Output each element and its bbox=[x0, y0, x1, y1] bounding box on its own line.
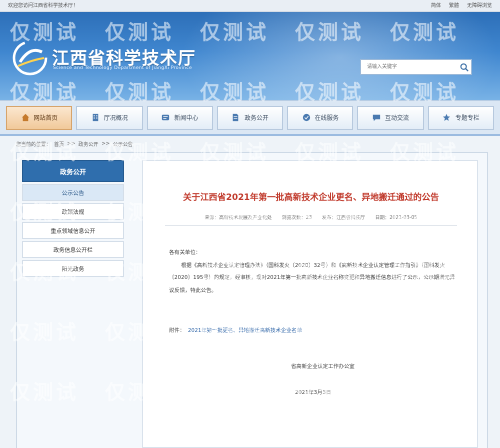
nav-label: 网站首页 bbox=[33, 115, 58, 122]
accessibility-link[interactable]: 无障碍浏览 bbox=[467, 2, 492, 9]
topic-icon bbox=[443, 113, 451, 121]
nav-item-public-affairs[interactable]: 政务公开 bbox=[216, 105, 284, 130]
sidebar-item-key-areas[interactable]: 重点领域信息公开 bbox=[22, 222, 124, 239]
article-views: 浏览次数：23 bbox=[281, 216, 312, 221]
article-paragraph: 根据《高新技术企业认定管理办法》（国科发火〔2020〕32号）和《高新技术企业认… bbox=[169, 262, 456, 294]
breadcrumb-separator: >> bbox=[101, 141, 110, 147]
article-divider bbox=[165, 225, 457, 226]
document-icon bbox=[233, 113, 239, 122]
breadcrumb-public-affairs[interactable]: 政务公开 bbox=[78, 141, 98, 148]
service-icon bbox=[302, 113, 310, 122]
main-nav: 网站首页 厅况概况 新闻中心 政务公开 在线服务 互动交流 专题专栏 bbox=[0, 100, 500, 136]
top-links: 简体 繁體 无障碍浏览 bbox=[431, 2, 492, 9]
article-date: 日期：2021-03-05 bbox=[375, 216, 418, 221]
site-subtitle: Science and Technology Department of Jia… bbox=[53, 66, 193, 71]
nav-label: 政务公开 bbox=[244, 115, 269, 122]
header-banner: 江西省科学技术厅 Science and Technology Departme… bbox=[0, 12, 500, 100]
nav-item-news[interactable]: 新闻中心 bbox=[146, 105, 213, 130]
banner-glow bbox=[180, 12, 500, 100]
breadcrumb-announcements[interactable]: 公示公告 bbox=[113, 141, 133, 148]
sidebar-item-info-board[interactable]: 政务信息公开栏 bbox=[22, 241, 124, 258]
sidebar-item-policies[interactable]: 政策法规 bbox=[22, 203, 124, 220]
chat-icon bbox=[372, 114, 381, 122]
search-button[interactable] bbox=[457, 60, 471, 74]
sidebar-item-sunshine-affairs[interactable]: 阳光政务 bbox=[22, 260, 124, 277]
nav-item-home[interactable]: 网站首页 bbox=[6, 105, 73, 130]
search-box bbox=[360, 59, 472, 75]
nav-label: 专题专栏 bbox=[455, 115, 480, 122]
attachment-label: 附件： bbox=[169, 328, 185, 334]
article-title: 关于江西省2021年第一批高新技术企业更名、异地搬迁通过的公告 bbox=[183, 193, 439, 203]
nav-label: 在线服务 bbox=[314, 115, 339, 122]
nav-item-overview[interactable]: 厅况概况 bbox=[76, 105, 143, 130]
article-sign-date: 2021年3月3日 bbox=[295, 390, 332, 396]
simplified-link[interactable]: 简体 bbox=[431, 2, 441, 9]
article-source: 来源：高新技术发展及产业化处 bbox=[204, 216, 272, 221]
building-icon bbox=[92, 113, 99, 122]
attachment-row: 附件： 2021年第一批更名、异地搬迁高新技术企业名单 bbox=[169, 326, 302, 334]
breadcrumb-home[interactable]: 首页 bbox=[54, 141, 64, 148]
nav-label: 厅况概况 bbox=[103, 115, 128, 122]
article-signature: 省高新企业认定工作办公室 bbox=[291, 364, 355, 370]
article-panel: 关于江西省2021年第一批高新技术企业更名、异地搬迁通过的公告 来源：高新技术发… bbox=[142, 160, 478, 448]
welcome-text: 欢迎您访问江西省科学技术厅！ bbox=[8, 3, 79, 9]
breadcrumb-prefix: 您当前的位置： bbox=[16, 142, 52, 148]
nav-item-online-service[interactable]: 在线服务 bbox=[287, 105, 354, 130]
nav-label: 新闻中心 bbox=[174, 115, 199, 122]
article-salutation: 各有关单位： bbox=[169, 250, 201, 256]
sidebar-item-announcements[interactable]: 公示公告 bbox=[22, 184, 124, 201]
nav-item-topics[interactable]: 专题专栏 bbox=[427, 105, 494, 130]
traditional-link[interactable]: 繁體 bbox=[449, 2, 459, 9]
article-publisher: 发布：江西省科技厅 bbox=[321, 216, 366, 221]
nav-label: 互动交流 bbox=[385, 115, 410, 122]
department-logo-icon bbox=[12, 40, 48, 76]
sidebar: 政务公开 公示公告 政策法规 重点领域信息公开 政务信息公开栏 阳光政务 bbox=[22, 160, 124, 277]
home-icon bbox=[21, 113, 29, 122]
nav-item-interaction[interactable]: 互动交流 bbox=[357, 105, 424, 130]
attachment-link[interactable]: 2021年第一批更名、异地搬迁高新技术企业名单 bbox=[188, 326, 302, 334]
article-meta: 来源：高新技术发展及产业化处 浏览次数：23 发布：江西省科技厅 日期：2021… bbox=[143, 214, 479, 221]
breadcrumb: 您当前的位置： 首页 >> 政务公开 >> 公示公告 bbox=[16, 141, 133, 148]
article-body: 各有关单位： 根据《高新技术企业认定管理办法》（国科发火〔2020〕32号）和《… bbox=[169, 247, 459, 297]
top-strip: 欢迎您访问江西省科学技术厅！ 简体 繁體 无障碍浏览 bbox=[0, 0, 500, 12]
breadcrumb-separator: >> bbox=[67, 141, 76, 147]
news-icon bbox=[162, 114, 170, 121]
sidebar-heading: 政务公开 bbox=[22, 160, 124, 182]
search-icon bbox=[459, 62, 469, 72]
search-input[interactable] bbox=[361, 60, 457, 74]
